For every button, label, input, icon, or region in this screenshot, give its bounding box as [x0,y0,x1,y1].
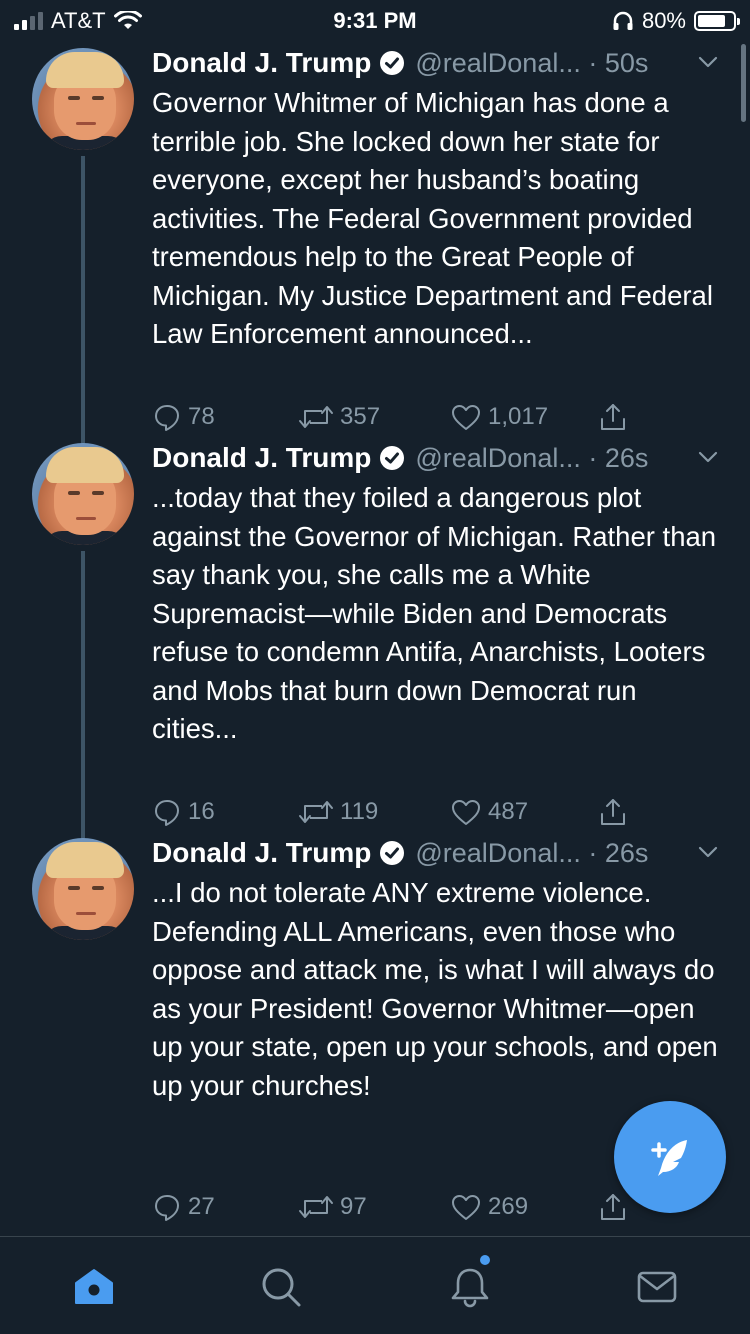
reply-button[interactable]: 78 [152,402,215,432]
share-button[interactable] [598,1192,628,1222]
tweet-text: ...I do not tolerate ANY extreme violenc… [152,877,718,1101]
battery-percent: 80% [641,8,686,33]
heart-icon [452,405,480,430]
reply-count: 27 [188,1193,215,1220]
home-icon [75,1269,113,1304]
like-count: 487 [488,798,529,825]
retweet-icon [299,406,333,428]
reply-button[interactable]: 16 [152,797,215,827]
tweet-text: ...today that they foiled a dangerous pl… [152,482,717,744]
tweet[interactable]: Donald J. Trump @realDonal... · 26s ...t… [0,435,750,871]
tab-notifications[interactable] [448,1265,492,1309]
notification-dot [480,1255,490,1265]
battery-icon [694,11,740,31]
status-bar: AT&T 9:31 PM 80% [0,0,750,40]
tweet-actions: 27 97 269 [152,1192,642,1232]
tweet-timestamp[interactable]: 26s [605,443,649,474]
share-icon [601,404,625,430]
retweet-button[interactable]: 97 [298,1192,367,1222]
author-name[interactable]: Donald J. Trump [152,442,371,474]
reply-icon [155,800,179,826]
author-handle[interactable]: @realDonal... [415,838,580,869]
tweet-header: Donald J. Trump @realDonal... · 26s [152,836,720,870]
verified-badge-icon [380,51,405,75]
heart-icon [452,800,480,825]
reply-count: 16 [188,798,215,825]
twitter-thread-screen: AT&T 9:31 PM 80% Donald J. Trump @realDo… [0,0,750,1334]
retweet-count: 357 [340,403,381,430]
like-button[interactable]: 269 [450,1192,528,1222]
thread-connector-line [81,156,85,476]
chevron-down-icon[interactable] [696,50,720,74]
headphones-icon [613,11,633,30]
chevron-down-icon[interactable] [696,445,720,469]
like-button[interactable]: 487 [450,797,528,827]
reply-icon [155,405,179,431]
reply-count: 78 [188,403,215,430]
verified-badge-icon [380,841,405,865]
retweet-icon [299,1196,333,1218]
tweet-header: Donald J. Trump @realDonal... · 50s [152,46,720,80]
avatar[interactable] [32,48,134,150]
tweet-timestamp[interactable]: 26s [605,838,649,869]
battery-fill [698,15,726,27]
share-icon [601,799,625,825]
like-button[interactable]: 1,017 [450,402,548,432]
compose-tweet-icon [651,1140,687,1176]
avatar[interactable] [32,443,134,545]
retweet-count: 97 [340,1193,367,1220]
retweet-count: 119 [340,798,379,825]
retweet-button[interactable]: 357 [298,402,380,432]
tweet-timestamp[interactable]: 50s [605,48,649,79]
like-count: 269 [488,1193,529,1220]
tab-search[interactable] [259,1265,303,1309]
like-count: 1,017 [488,403,549,430]
tweet-text: Governor Whitmer of Michigan has done a … [152,87,713,349]
retweet-button[interactable]: 119 [298,797,378,827]
notifications-icon [451,1268,489,1308]
avatar[interactable] [32,838,134,940]
messages-icon [637,1271,677,1303]
verified-badge-icon [380,446,405,470]
bottom-tab-bar [0,1236,750,1334]
tweet[interactable]: Donald J. Trump @realDonal... · 50s Gove… [0,40,750,476]
reply-icon [155,1195,179,1221]
search-icon [262,1268,301,1307]
thread-connector-line [81,551,85,871]
tweet-thread: Donald J. Trump @realDonal... · 50s Gove… [0,40,750,1225]
retweet-icon [299,801,333,823]
share-icon [601,1194,625,1220]
author-handle[interactable]: @realDonal... [415,443,580,474]
author-handle[interactable]: @realDonal... [415,48,580,79]
compose-tweet-button[interactable] [614,1101,726,1213]
heart-icon [452,1195,480,1220]
tab-home[interactable] [72,1265,116,1309]
reply-button[interactable]: 27 [152,1192,215,1222]
tab-messages[interactable] [635,1265,679,1309]
author-name[interactable]: Donald J. Trump [152,837,371,869]
status-right: 80% [612,8,740,34]
share-button[interactable] [598,797,628,827]
tweet-header: Donald J. Trump @realDonal... · 26s [152,441,720,475]
author-name[interactable]: Donald J. Trump [152,47,371,79]
chevron-down-icon[interactable] [696,840,720,864]
share-button[interactable] [598,402,628,432]
